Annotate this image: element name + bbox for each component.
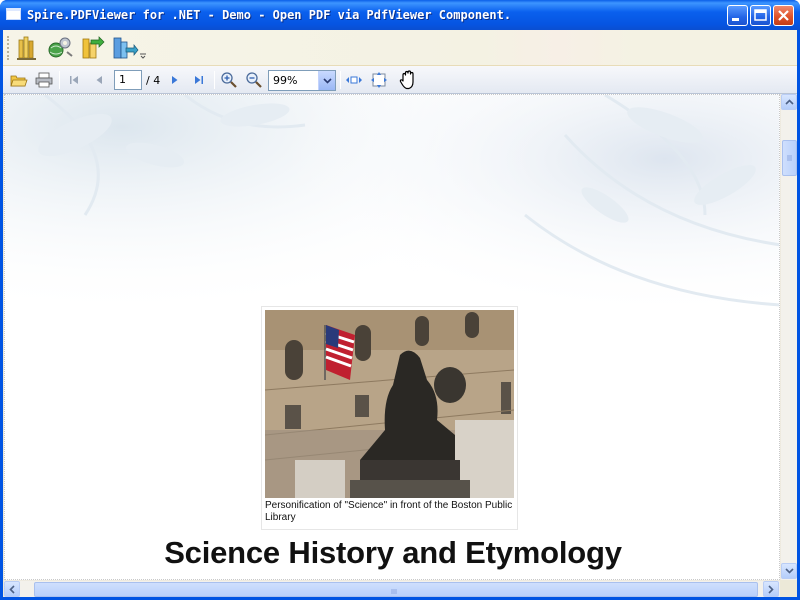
toolbar-separator — [340, 71, 341, 89]
app-window: Spire.PDFViewer for .NET - Demo - Open P… — [0, 0, 800, 600]
close-button[interactable] — [773, 5, 794, 26]
export-button[interactable] — [109, 34, 139, 62]
navigation-toolbar: 1 / 4 99% — [3, 66, 797, 94]
minimize-button[interactable] — [727, 5, 748, 26]
horizontal-scrollbar[interactable] — [4, 580, 780, 597]
toolbar-separator — [59, 71, 60, 89]
scrollbar-corner — [780, 580, 797, 597]
scroll-down-button[interactable] — [781, 563, 797, 579]
close-icon — [778, 10, 789, 21]
export-icon — [113, 37, 139, 59]
next-page-icon — [172, 76, 178, 84]
zoom-dropdown[interactable]: 99% — [268, 70, 336, 91]
toolbar-separator — [214, 71, 215, 89]
zoom-out-button[interactable] — [244, 70, 264, 90]
open-file-button[interactable] — [9, 70, 29, 90]
client-area: 1 / 4 99% Personification of "Science" i… — [3, 30, 797, 597]
chevron-left-icon — [9, 584, 15, 594]
fit-page-button[interactable] — [369, 70, 389, 90]
last-page-button[interactable] — [190, 70, 208, 90]
toolbar-grip[interactable] — [7, 36, 10, 60]
chevron-right-icon — [768, 584, 774, 594]
print-button[interactable] — [34, 70, 54, 90]
last-page-icon — [195, 76, 203, 84]
zoom-in-button[interactable] — [219, 70, 239, 90]
vertical-scrollbar[interactable] — [780, 94, 797, 580]
minimize-icon — [732, 18, 739, 21]
science-statue-photo — [265, 310, 514, 498]
document-figure: Personification of "Science" in front of… — [261, 306, 518, 530]
zoom-in-icon — [221, 72, 237, 88]
scroll-up-button[interactable] — [781, 94, 797, 110]
chevron-down-icon — [322, 77, 332, 84]
fit-page-icon — [371, 72, 387, 88]
figure-caption: Personification of "Science" in front of… — [265, 500, 513, 523]
document-viewport[interactable]: Personification of "Science" in front of… — [4, 94, 780, 580]
page-number-input[interactable]: 1 — [114, 70, 142, 90]
open-folder-button[interactable] — [77, 34, 107, 62]
maximize-button[interactable] — [750, 5, 771, 26]
page-count-label: / 4 — [146, 74, 161, 87]
app-window-icon — [6, 8, 21, 20]
first-page-icon — [70, 76, 78, 84]
gear-globe-icon — [48, 37, 73, 58]
toolbar-overflow-icon[interactable] — [139, 52, 147, 60]
main-toolbar — [3, 30, 797, 66]
horizontal-scroll-thumb[interactable] — [34, 582, 758, 597]
folder-icon — [10, 75, 28, 87]
previous-page-button[interactable] — [90, 70, 108, 90]
folder-open-icon — [82, 36, 105, 59]
grip-icon — [391, 589, 397, 594]
fit-width-icon — [346, 76, 362, 84]
fit-width-button[interactable] — [344, 70, 364, 90]
library-button[interactable] — [13, 34, 43, 62]
title-bar[interactable]: Spire.PDFViewer for .NET - Demo - Open P… — [0, 0, 800, 30]
scroll-right-button[interactable] — [763, 581, 779, 597]
zoom-value: 99% — [273, 74, 298, 87]
maximize-icon — [754, 9, 767, 21]
window-title: Spire.PDFViewer for .NET - Demo - Open P… — [27, 8, 512, 22]
first-page-button[interactable] — [65, 70, 83, 90]
previous-page-icon — [96, 76, 102, 84]
document-heading: Science History and Etymology — [164, 535, 622, 570]
dropdown-arrow-button[interactable] — [318, 71, 335, 90]
zoom-out-icon — [246, 72, 262, 88]
scroll-left-button[interactable] — [4, 581, 20, 597]
vertical-scroll-thumb[interactable] — [782, 140, 797, 176]
printer-icon — [35, 72, 53, 88]
grip-icon — [787, 155, 792, 161]
library-icon — [17, 36, 36, 60]
next-page-button[interactable] — [166, 70, 184, 90]
hand-tool-button[interactable] — [397, 67, 421, 93]
chevron-down-icon — [784, 568, 794, 574]
settings-button[interactable] — [45, 34, 75, 62]
hand-icon — [399, 70, 414, 90]
chevron-up-icon — [784, 99, 794, 105]
